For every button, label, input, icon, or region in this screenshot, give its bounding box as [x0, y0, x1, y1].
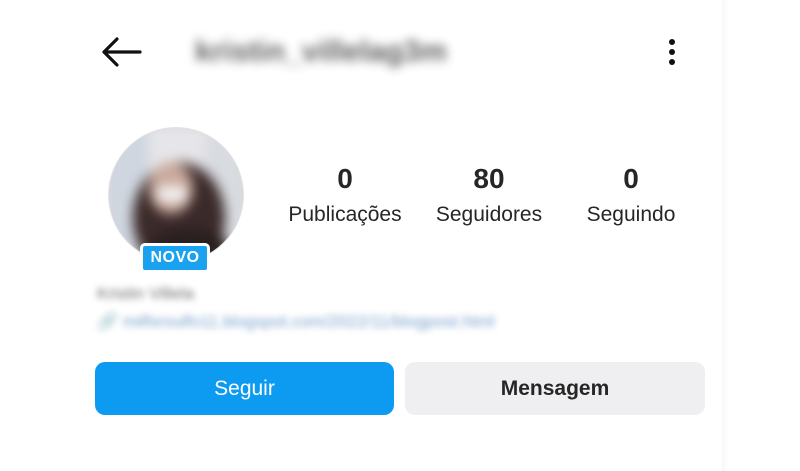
profile-photo	[109, 128, 243, 262]
follow-button-label: Seguir	[214, 376, 275, 400]
more-vertical-icon	[669, 39, 675, 65]
stat-label: Seguindo	[586, 203, 676, 226]
avatar-container[interactable]: NOVO	[108, 127, 244, 273]
screen-edge	[722, 0, 800, 471]
stat-value: 0	[623, 163, 639, 194]
stat-value: 0	[337, 163, 353, 194]
bio-link[interactable]: 🔗 milfsroulfo11.blogspot.com/2022/11/blo…	[97, 312, 495, 332]
message-button[interactable]: Mensagem	[405, 362, 705, 415]
profile-username: kristin_villelag3m	[195, 35, 447, 68]
new-badge: NOVO	[140, 243, 210, 273]
stat-followers[interactable]: 80 Seguidores	[419, 160, 559, 230]
stat-label: Publicações	[288, 203, 402, 226]
arrow-left-icon	[102, 37, 142, 67]
follow-button[interactable]: Seguir	[95, 362, 394, 415]
stat-publications[interactable]: 0 Publicações	[275, 160, 415, 230]
profile-screen: kristin_villelag3m NOVO 0 Publicações 80…	[0, 0, 800, 471]
stat-following[interactable]: 0 Seguindo	[561, 160, 701, 230]
back-button[interactable]	[96, 30, 146, 74]
stat-label: Seguidores	[435, 203, 543, 226]
stat-value: 80	[473, 163, 505, 194]
more-options-button[interactable]	[655, 32, 689, 72]
bio-name: Kristin Villela	[97, 284, 195, 303]
message-button-label: Mensagem	[500, 376, 610, 400]
